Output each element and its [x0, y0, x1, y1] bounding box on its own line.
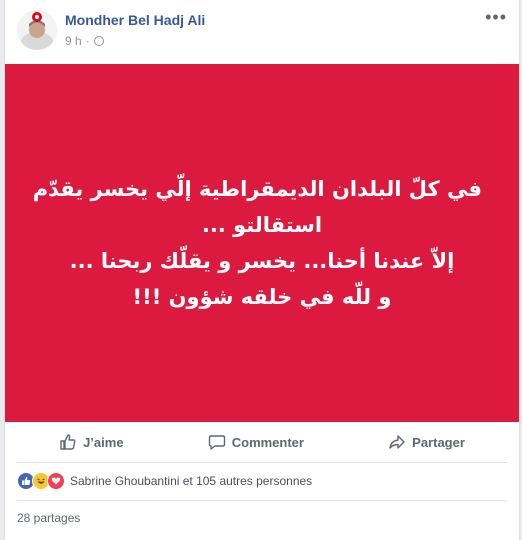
comment-label: Commenter — [231, 434, 304, 450]
post-meta: 9 h · — [65, 34, 104, 48]
reactions-summary[interactable]: Sabrine Ghoubantini et 105 autres person… — [17, 472, 312, 490]
message-line: و للّه في خلقه شؤون !!! — [132, 285, 392, 309]
share-button[interactable]: Partager — [388, 433, 465, 451]
action-bar: J’aime Commenter Partager — [17, 422, 507, 463]
post-time[interactable]: 9 h — [65, 34, 82, 48]
avatar[interactable] — [17, 10, 57, 50]
more-options-icon[interactable]: ••• — [485, 8, 507, 26]
love-icon — [47, 472, 65, 490]
thumbs-up-icon — [60, 434, 76, 450]
share-icon — [389, 435, 405, 449]
meta-separator: · — [85, 34, 90, 48]
globe-icon — [93, 36, 104, 46]
like-button[interactable]: J’aime — [59, 433, 124, 451]
comment-button[interactable]: Commenter — [208, 433, 304, 451]
message-line: في كلّ البلدان الديمقراطية إلّي يخسر يقد… — [32, 177, 482, 201]
post-text-card: في كلّ البلدان الديمقراطية إلّي يخسر يقد… — [5, 64, 519, 422]
post-header: Mondher Bel Hadj Ali 9 h · ••• — [5, 0, 519, 64]
post-message: في كلّ البلدان الديمقراطية إلّي يخسر يقد… — [32, 171, 482, 315]
message-line: إلاّ عندنا أحنا... يخسر و يقلّك ربحنا ..… — [69, 249, 455, 273]
share-label: Partager — [412, 434, 465, 450]
message-line: استقالتو ... — [201, 213, 323, 237]
author-name[interactable]: Mondher Bel Hadj Ali — [65, 12, 205, 28]
like-label: J’aime — [83, 434, 124, 450]
comment-icon — [208, 435, 225, 450]
reactions-text[interactable]: Sabrine Ghoubantini et 105 autres person… — [70, 474, 312, 488]
divider — [17, 500, 507, 501]
post-card: Mondher Bel Hadj Ali 9 h · ••• في كلّ ال… — [4, 0, 520, 540]
shares-count[interactable]: 28 partages — [17, 511, 80, 525]
